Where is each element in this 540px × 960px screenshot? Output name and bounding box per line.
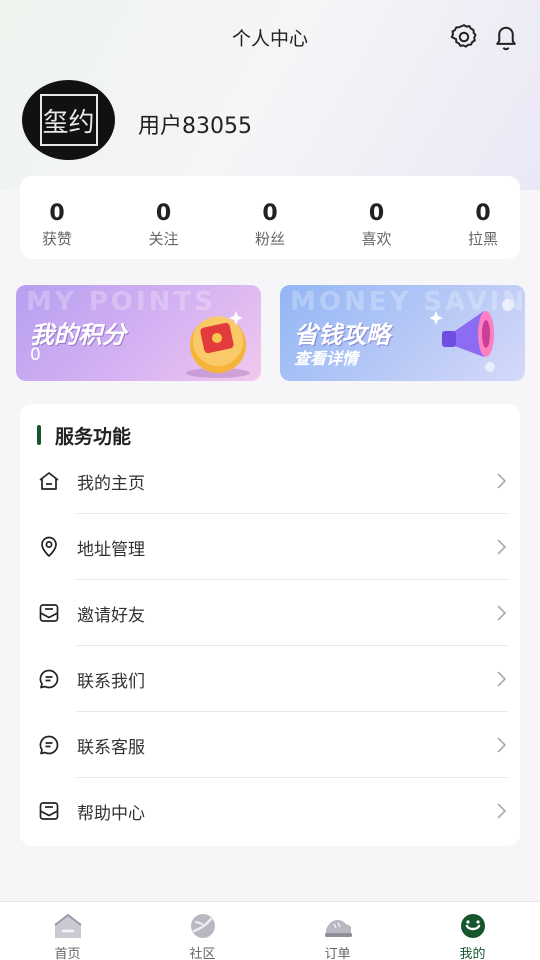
services-card: 服务功能 我的主页 地址管理 邀请好友 联系我们 联系客服 帮助中心: [20, 404, 520, 846]
stat-label: 喜欢: [361, 230, 392, 248]
chat-icon: [39, 669, 59, 689]
chat-icon: [39, 735, 59, 755]
mail-icon: [39, 604, 59, 622]
stat-favorites[interactable]: 0 喜欢: [354, 176, 400, 259]
tab-orders[interactable]: 订单: [270, 902, 405, 960]
section-header: 服务功能: [37, 424, 132, 448]
points-value: 0: [30, 345, 41, 365]
bottom-tab-bar: 首页 社区 订单 我的: [0, 901, 540, 960]
tab-label: 订单: [324, 947, 351, 960]
location-icon: [41, 536, 57, 557]
menu-item-invite[interactable]: 邀请好友: [20, 580, 520, 646]
menu-item-label: 联系我们: [77, 671, 145, 692]
stat-following[interactable]: 0 关注: [141, 176, 187, 259]
stat-value: 0: [155, 201, 172, 226]
community-tab-icon: [190, 914, 215, 938]
top-bar: 个人中心: [0, 18, 540, 58]
stat-label: 拉黑: [467, 230, 498, 248]
megaphone-icon: [430, 299, 514, 372]
section-accent-bar: [37, 425, 41, 445]
stat-value: 0: [475, 201, 491, 226]
avatar-logo: 玺约: [39, 94, 98, 146]
points-banner[interactable]: MY POINTS 我的积分 0: [16, 285, 261, 381]
mail-icon: [39, 802, 59, 820]
chevron-right-icon: [497, 473, 507, 489]
gear-icon[interactable]: [449, 22, 479, 52]
tab-home[interactable]: 首页: [0, 902, 135, 960]
menu-item-label: 邀请好友: [77, 605, 145, 626]
bell-icon[interactable]: [491, 22, 521, 52]
menu-item-customer-service[interactable]: 联系客服: [20, 712, 520, 778]
chevron-right-icon: [497, 803, 507, 819]
profile-section: 玺约 用户83055: [22, 80, 502, 160]
stat-label: 关注: [148, 230, 179, 248]
menu-item-homepage[interactable]: 我的主页: [20, 448, 520, 514]
home-tab-icon: [53, 914, 82, 938]
username: 用户83055: [138, 114, 252, 139]
menu-item-label: 帮助中心: [77, 803, 145, 824]
tab-label: 我的: [459, 947, 486, 960]
points-title: 我的积分: [30, 321, 126, 349]
stat-likes[interactable]: 0 获赞: [34, 176, 80, 259]
stat-value: 0: [49, 201, 65, 226]
menu-item-contact-us[interactable]: 联系我们: [20, 646, 520, 712]
savings-subtitle: 查看详情: [294, 349, 359, 368]
red-envelope-icon: [186, 311, 250, 378]
chevron-right-icon: [497, 539, 507, 555]
chevron-right-icon: [497, 605, 507, 621]
tab-mine[interactable]: 我的: [405, 902, 540, 960]
avatar[interactable]: 玺约: [22, 80, 115, 160]
menu-item-label: 我的主页: [77, 473, 145, 494]
home-icon: [39, 472, 59, 490]
menu-item-label: 联系客服: [77, 737, 145, 758]
chevron-right-icon: [497, 737, 507, 753]
stats-card: 0 获赞 0 关注 0 粉丝 0 喜欢 0 拉黑: [20, 176, 520, 259]
savings-banner[interactable]: MONEY SAVING 省钱攻略 查看详情: [280, 285, 525, 381]
stat-followers[interactable]: 0 粉丝: [247, 176, 293, 259]
stat-value: 0: [262, 201, 278, 226]
chevron-right-icon: [497, 671, 507, 687]
tab-community[interactable]: 社区: [135, 902, 270, 960]
mine-tab-icon: [460, 914, 485, 938]
stat-blocked[interactable]: 0 拉黑: [460, 176, 506, 259]
stat-label: 获赞: [41, 230, 72, 248]
tab-label: 社区: [189, 947, 216, 960]
tab-label: 首页: [54, 947, 81, 960]
menu-item-help-center[interactable]: 帮助中心: [20, 778, 520, 844]
section-title: 服务功能: [55, 425, 132, 448]
order-tab-icon: [324, 920, 352, 937]
stat-label: 粉丝: [254, 230, 285, 248]
menu-item-label: 地址管理: [77, 539, 145, 560]
menu-item-address[interactable]: 地址管理: [20, 514, 520, 580]
stat-value: 0: [368, 201, 385, 226]
